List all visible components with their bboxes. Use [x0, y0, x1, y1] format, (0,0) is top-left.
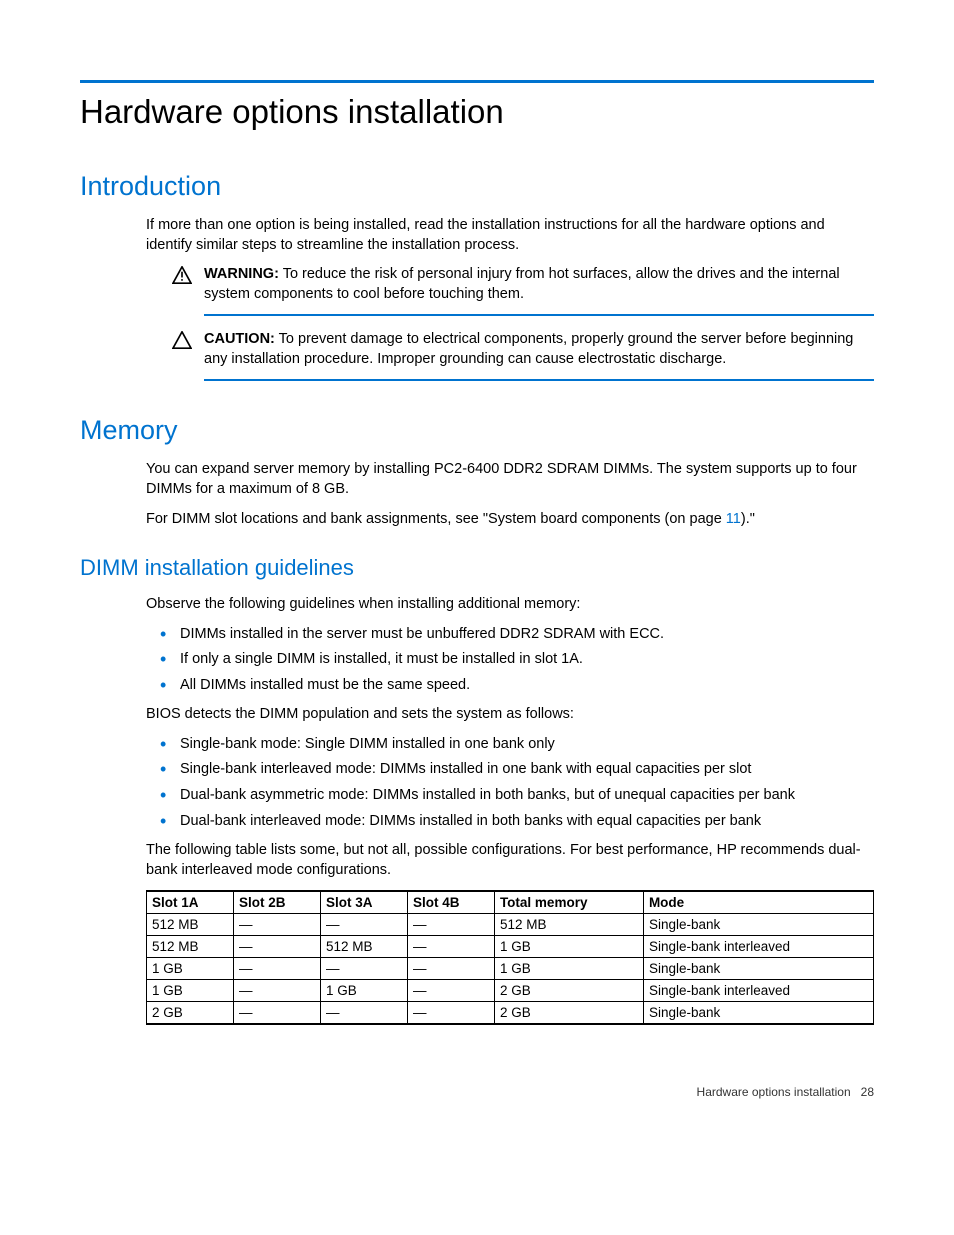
memory-body-block: You can expand server memory by installi… [146, 460, 874, 529]
col-total-memory: Total memory [494, 891, 643, 914]
table-cell: — [234, 1002, 321, 1025]
table-header-row: Slot 1A Slot 2B Slot 3A Slot 4B Total me… [147, 891, 874, 914]
footer-page-number: 28 [861, 1085, 874, 1099]
table-cell: — [234, 980, 321, 1002]
dimm-bullets-1: DIMMs installed in the server must be un… [146, 625, 874, 696]
memory-p1: You can expand server memory by installi… [146, 460, 874, 499]
page-title: Hardware options installation [80, 93, 874, 131]
list-item: DIMMs installed in the server must be un… [146, 625, 874, 645]
table-cell: 1 GB [494, 958, 643, 980]
memory-p2a: For DIMM slot locations and bank assignm… [146, 511, 726, 527]
table-cell: — [234, 936, 321, 958]
list-item: Dual-bank asymmetric mode: DIMMs install… [146, 786, 874, 806]
table-cell: Single-bank [643, 914, 873, 936]
table-cell: — [407, 914, 494, 936]
table-cell: 512 MB [147, 914, 234, 936]
table-cell: Single-bank interleaved [643, 980, 873, 1002]
table-cell: — [320, 958, 407, 980]
table-row: 1 GB—1 GB—2 GBSingle-bank interleaved [147, 980, 874, 1002]
section-introduction-heading: Introduction [80, 171, 874, 202]
footer-text: Hardware options installation [697, 1085, 851, 1099]
table-row: 2 GB———2 GBSingle-bank [147, 1002, 874, 1025]
section-memory-heading: Memory [80, 415, 874, 446]
memory-p2: For DIMM slot locations and bank assignm… [146, 510, 874, 530]
table-cell: 1 GB [147, 980, 234, 1002]
memory-config-table: Slot 1A Slot 2B Slot 3A Slot 4B Total me… [146, 890, 874, 1025]
dimm-intro: Observe the following guidelines when in… [146, 595, 874, 615]
warning-body: WARNING: To reduce the risk of personal … [204, 265, 874, 316]
table-row: 512 MB—512 MB—1 GBSingle-bank interleave… [147, 936, 874, 958]
table-cell: — [407, 936, 494, 958]
table-cell: — [234, 958, 321, 980]
table-cell: — [320, 914, 407, 936]
memory-p2b: )." [741, 511, 755, 527]
table-row: 1 GB———1 GBSingle-bank [147, 958, 874, 980]
dimm-bullets-2: Single-bank mode: Single DIMM installed … [146, 735, 874, 831]
table-row: 512 MB———512 MBSingle-bank [147, 914, 874, 936]
table-cell: — [234, 914, 321, 936]
warning-callout: WARNING: To reduce the risk of personal … [172, 265, 874, 316]
table-cell: 2 GB [494, 1002, 643, 1025]
warning-label: WARNING: [204, 266, 279, 282]
table-cell: 1 GB [320, 980, 407, 1002]
caution-body: CAUTION: To prevent damage to electrical… [204, 330, 874, 381]
col-mode: Mode [643, 891, 873, 914]
caution-callout: CAUTION: To prevent damage to electrical… [172, 330, 874, 381]
top-divider [80, 80, 874, 83]
list-item: Single-bank mode: Single DIMM installed … [146, 735, 874, 755]
dimm-mid: BIOS detects the DIMM population and set… [146, 705, 874, 725]
table-cell: — [407, 958, 494, 980]
list-item: If only a single DIMM is installed, it m… [146, 650, 874, 670]
warning-text: To reduce the risk of personal injury fr… [204, 266, 840, 302]
col-slot-3a: Slot 3A [320, 891, 407, 914]
caution-icon [172, 330, 204, 353]
table-cell: Single-bank interleaved [643, 936, 873, 958]
table-cell: Single-bank [643, 958, 873, 980]
introduction-body: If more than one option is being install… [146, 216, 874, 255]
page-link-11[interactable]: 11 [726, 511, 741, 527]
col-slot-4b: Slot 4B [407, 891, 494, 914]
col-slot-2b: Slot 2B [234, 891, 321, 914]
warning-icon [172, 265, 204, 288]
document-page: Hardware options installation Introducti… [0, 0, 954, 1139]
table-cell: 512 MB [147, 936, 234, 958]
table-cell: — [407, 980, 494, 1002]
dimm-table-intro: The following table lists some, but not … [146, 841, 874, 880]
table-cell: 1 GB [494, 936, 643, 958]
subsection-dimm-heading: DIMM installation guidelines [80, 555, 874, 581]
table-cell: 512 MB [320, 936, 407, 958]
table-cell: — [407, 1002, 494, 1025]
table-cell: — [320, 1002, 407, 1025]
list-item: Dual-bank interleaved mode: DIMMs instal… [146, 812, 874, 832]
caution-label: CAUTION: [204, 331, 275, 347]
introduction-body-block: If more than one option is being install… [146, 216, 874, 255]
table-cell: 1 GB [147, 958, 234, 980]
list-item: Single-bank interleaved mode: DIMMs inst… [146, 760, 874, 780]
table-cell: 2 GB [147, 1002, 234, 1025]
list-item: All DIMMs installed must be the same spe… [146, 676, 874, 696]
table-cell: 512 MB [494, 914, 643, 936]
page-footer: Hardware options installation 28 [80, 1085, 874, 1099]
table-cell: Single-bank [643, 1002, 873, 1025]
table-cell: 2 GB [494, 980, 643, 1002]
caution-text: To prevent damage to electrical componen… [204, 331, 853, 367]
dimm-body-block: Observe the following guidelines when in… [146, 595, 874, 1025]
col-slot-1a: Slot 1A [147, 891, 234, 914]
